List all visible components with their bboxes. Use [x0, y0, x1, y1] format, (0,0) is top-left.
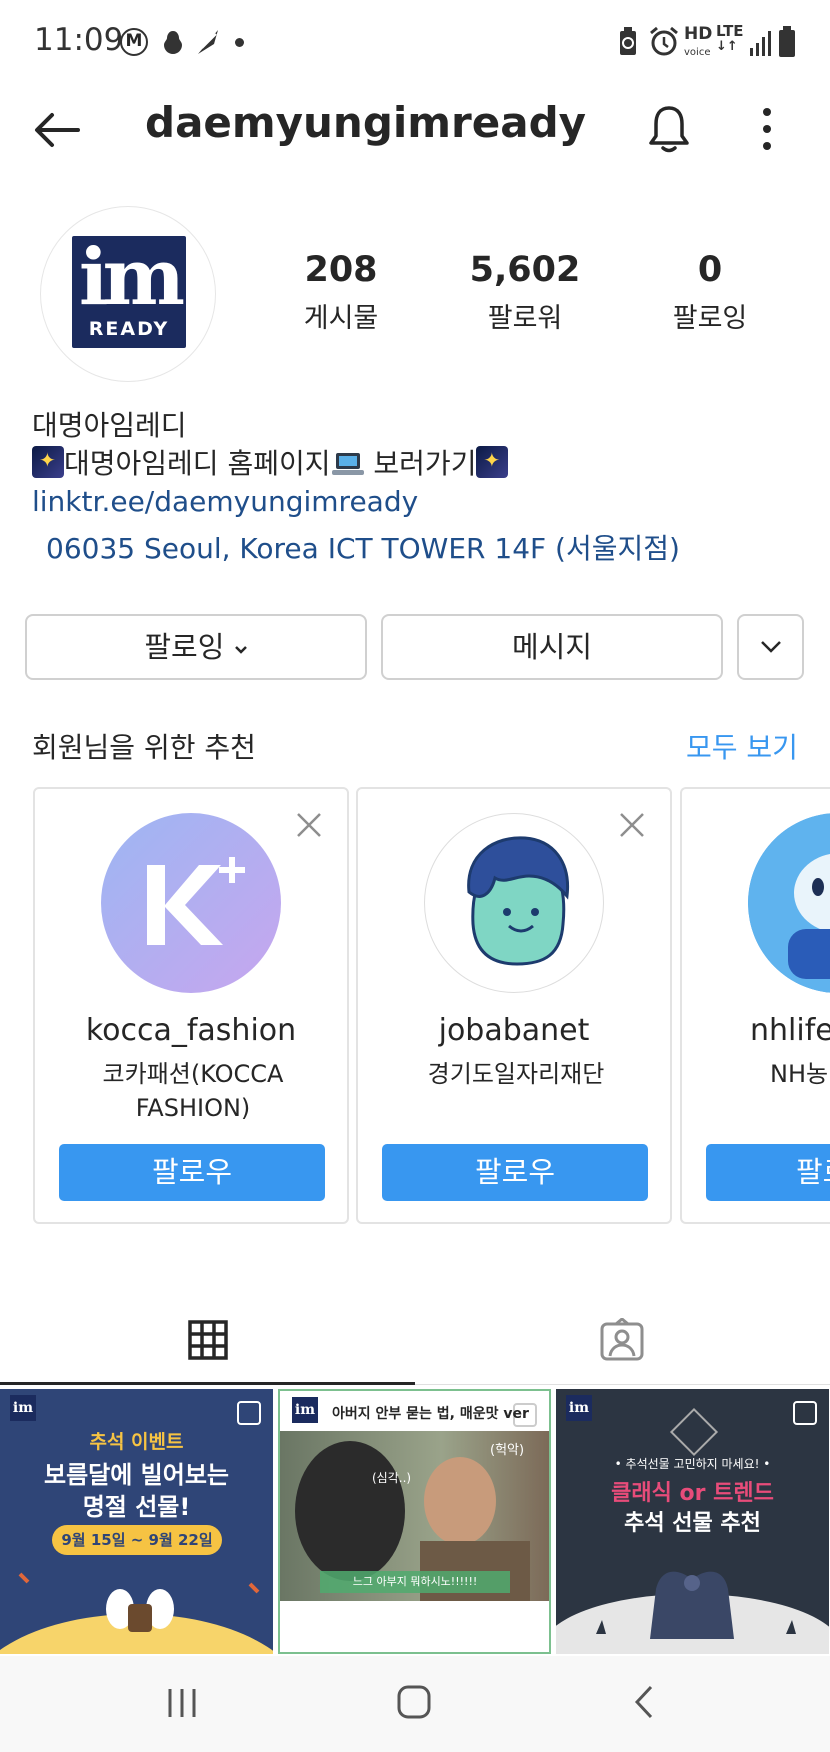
message-button[interactable]: 메시지	[381, 614, 723, 680]
active-tab-indicator	[0, 1382, 415, 1385]
more-options-icon[interactable]	[757, 106, 777, 152]
post-headline-1: 보름달에 빌어보는	[44, 1461, 229, 1489]
suggestion-card[interactable]: kocca_fashion 코카패션(KOCCA FASHION) 팔로우	[33, 787, 349, 1224]
bio-homepage-text: 대명아임레디 홈페이지	[64, 447, 331, 480]
system-navigation-bar	[0, 1656, 830, 1752]
post-thumbnail[interactable]: im 아버지 안부 묻는 법, 매운맛 ver (헉악) (심각..) 느그 아…	[278, 1389, 551, 1654]
battery-icon	[779, 26, 795, 57]
bio-goto-text: 보러가기	[364, 447, 477, 480]
suggestion-username[interactable]: jobabanet	[358, 1013, 670, 1048]
post-headline-2: 명절 선물!	[82, 1493, 191, 1521]
laptop-emoji-icon	[331, 453, 364, 475]
post-date-range: 9월 15일 ~ 9월 22일	[52, 1525, 222, 1555]
following-button[interactable]: 팔로잉	[25, 614, 367, 680]
fireworks-emoji-icon	[476, 446, 509, 478]
post-headline-1: 클래식 or 트렌드	[611, 1481, 774, 1506]
m-notification-icon: M	[120, 28, 148, 56]
bio-homepage-line: 대명아임레디 홈페이지 보러가기	[32, 442, 509, 482]
home-icon[interactable]	[396, 1684, 432, 1720]
jobabanet-avatar[interactable]	[424, 813, 604, 993]
nhlife-mascot-icon	[748, 813, 830, 993]
chevron-down-icon	[234, 646, 247, 654]
suggested-users-toggle-button[interactable]	[737, 614, 804, 680]
following-button-label: 팔로잉	[144, 630, 225, 664]
bio-name: 대명아임레디	[32, 409, 187, 442]
stat-followers-value: 5,602	[469, 250, 581, 290]
post-brand-badge: im	[10, 1395, 36, 1421]
feather-notification-icon	[198, 30, 218, 54]
alarm-icon	[650, 26, 678, 56]
suggestion-fullname: NH농	[770, 1060, 829, 1088]
post-thumbnail[interactable]: im 추석 이벤트 보름달에 빌어보는 명절 선물! 9월 15일 ~ 9월 2…	[0, 1389, 273, 1654]
suggestion-fullname: 코카패션(KOCCA FASHION)	[102, 1060, 284, 1122]
stat-posts[interactable]: 208 게시물	[266, 250, 416, 335]
grid-icon	[188, 1320, 228, 1360]
more-notifications-dot	[235, 38, 244, 47]
suggestion-fullname: 경기도일자리재단	[427, 1060, 605, 1088]
close-icon[interactable]	[295, 811, 323, 839]
suggestion-card[interactable]: nhlife. NH농 팔로	[680, 787, 830, 1224]
kocca-avatar[interactable]	[101, 813, 281, 993]
post-bubble-2: (심각..)	[372, 1471, 412, 1485]
multiple-images-icon	[237, 1401, 261, 1425]
tab-tagged[interactable]	[415, 1306, 830, 1386]
follow-button[interactable]: 팔로	[706, 1144, 830, 1201]
back-nav-icon[interactable]	[632, 1684, 656, 1720]
post-caption: 느그 아부지 뭐하시노!!!!!!	[320, 1571, 510, 1593]
stat-followers[interactable]: 5,602 팔로워	[450, 250, 600, 335]
close-icon[interactable]	[618, 811, 646, 839]
tab-posts-grid[interactable]	[0, 1306, 415, 1386]
app-notification-icon	[164, 31, 182, 54]
gift-bundle-illustration	[556, 1571, 829, 1654]
status-time: 11:09	[34, 22, 124, 58]
stat-posts-value: 208	[304, 250, 378, 290]
stat-following[interactable]: 0 팔로잉	[635, 250, 785, 335]
suggestion-card[interactable]: jobabanet 경기도일자리재단 팔로우	[356, 787, 672, 1224]
tagged-person-icon	[600, 1318, 644, 1361]
logo-im-text: im	[78, 232, 185, 323]
suggestion-username[interactable]: nhlife.	[750, 1013, 830, 1048]
post-thumbnail[interactable]: im • 추석선물 고민하지 마세요! • 클래식 or 트렌드 추석 선물 추…	[556, 1389, 829, 1654]
hd-voice-indicator: HD voice	[684, 24, 713, 59]
see-all-link[interactable]: 모두 보기	[686, 726, 798, 766]
logo-ready-text: READY	[88, 318, 170, 340]
chevron-down-icon	[760, 641, 781, 653]
post-top-text: • 추석선물 고민하지 마세요! •	[614, 1457, 771, 1471]
stat-following-label: 팔로잉	[672, 303, 748, 334]
post-brand-badge: im	[292, 1397, 318, 1423]
kocca-k-plus-logo-icon	[147, 857, 245, 945]
profile-username-title: daemyungimready	[145, 98, 587, 147]
nhlife-avatar[interactable]	[748, 813, 830, 993]
post-event-title: 추석 이벤트	[89, 1431, 184, 1453]
back-arrow-icon[interactable]	[32, 110, 82, 150]
stat-followers-label: 팔로워	[487, 303, 563, 334]
post-movie-still: (헉악) (심각..) 느그 아부지 뭐하시노!!!!!!	[280, 1431, 549, 1601]
fireworks-emoji-icon	[32, 446, 64, 478]
suggestions-title: 회원님을 위한 추천	[32, 731, 256, 764]
bio-website-link[interactable]: linktr.ee/daemyungimready	[32, 485, 418, 518]
follow-button[interactable]: 팔로우	[59, 1144, 325, 1201]
rabbits-moon-illustration	[0, 1572, 273, 1654]
recent-apps-icon[interactable]	[166, 1686, 198, 1720]
signal-icon	[750, 31, 771, 56]
status-bar: 11:09 M HD voice LTE ↓↑	[0, 0, 830, 86]
battery-saver-icon	[620, 27, 636, 55]
brand-logo: im READY	[72, 232, 186, 348]
stat-posts-label: 게시물	[303, 303, 379, 334]
lte-indicator: LTE ↓↑	[716, 22, 744, 54]
post-headline: 아버지 안부 묻는 법, 매운맛 ver	[332, 1406, 529, 1422]
multiple-images-icon	[793, 1401, 817, 1425]
suggestion-username[interactable]: kocca_fashion	[35, 1013, 347, 1048]
post-bubble-1: (헉악)	[490, 1443, 525, 1458]
stat-following-value: 0	[697, 250, 723, 290]
diamond-ornament-icon	[669, 1407, 719, 1457]
follow-button[interactable]: 팔로우	[382, 1144, 648, 1201]
bio-address[interactable]: 06035 Seoul, Korea ICT TOWER 14F (서울지점)	[46, 527, 680, 567]
notification-bell-icon[interactable]	[647, 104, 691, 154]
jobabanet-character-icon	[467, 836, 570, 966]
post-brand-badge: im	[566, 1395, 592, 1421]
post-headline-2: 추석 선물 추천	[624, 1511, 761, 1536]
